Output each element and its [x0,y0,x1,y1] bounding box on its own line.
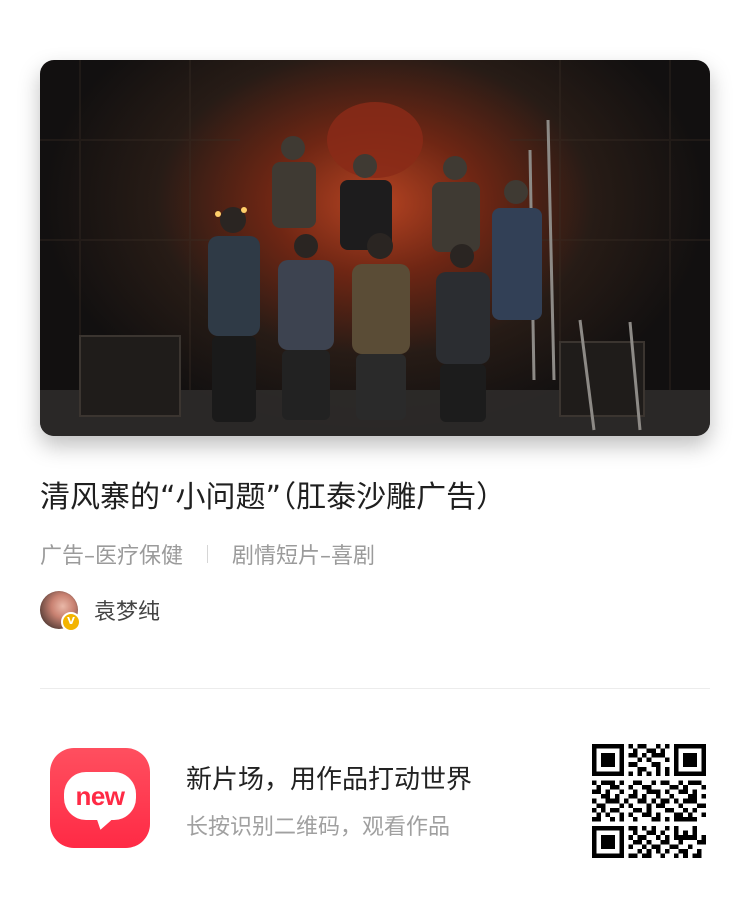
tag-category[interactable]: 广告–医疗保健 [40,538,183,570]
author-row[interactable]: V 袁梦纯 [40,590,160,632]
avatar[interactable]: V [40,591,81,632]
promo-subtitle: 长按识别二维码，观看作品 [186,815,451,840]
qr-code-icon[interactable] [592,744,706,858]
video-title: 清风寨的“小问题”（肛泰沙雕广告） [40,480,507,515]
app-logo-text: new [75,780,125,811]
category-tags: 广告–医疗保健 剧情短片–喜剧 [40,538,375,570]
verified-badge-icon: V [61,612,81,632]
tag-separator [207,545,209,563]
promo-title: 新片场，用作品打动世界 [186,765,473,795]
cover-image[interactable] [40,60,710,436]
divider [40,688,710,689]
cover-illustration [40,60,710,436]
author-name[interactable]: 袁梦纯 [94,594,160,626]
app-logo-icon: new [50,748,150,848]
tag-genre[interactable]: 剧情短片–喜剧 [232,538,375,570]
speech-bubble-icon: new [64,772,136,820]
